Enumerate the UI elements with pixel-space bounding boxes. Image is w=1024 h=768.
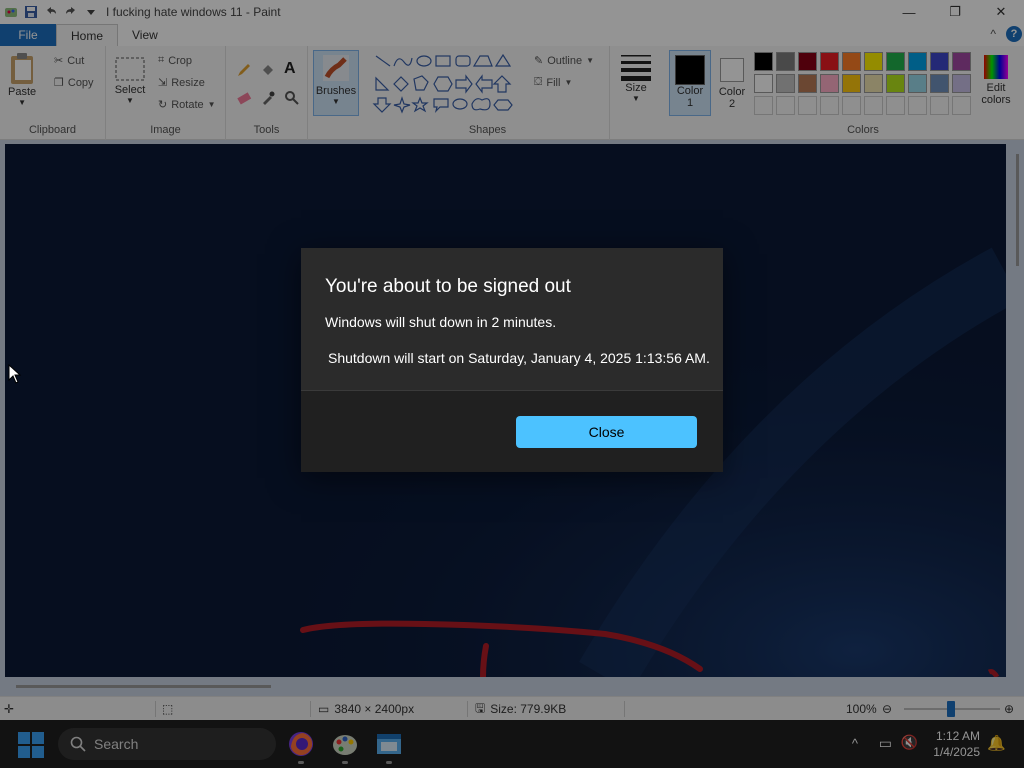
dialog-title: You're about to be signed out xyxy=(325,276,571,297)
mouse-cursor-icon xyxy=(8,364,22,384)
signout-dialog: You're about to be signed out Windows wi… xyxy=(301,248,723,472)
dialog-message: Windows will shut down in 2 minutes. xyxy=(325,314,557,330)
dialog-shutdown-time: Shutdown will start on Saturday, January… xyxy=(328,350,710,366)
dialog-close-button[interactable]: Close xyxy=(516,416,697,448)
dialog-footer: Close xyxy=(301,390,723,472)
